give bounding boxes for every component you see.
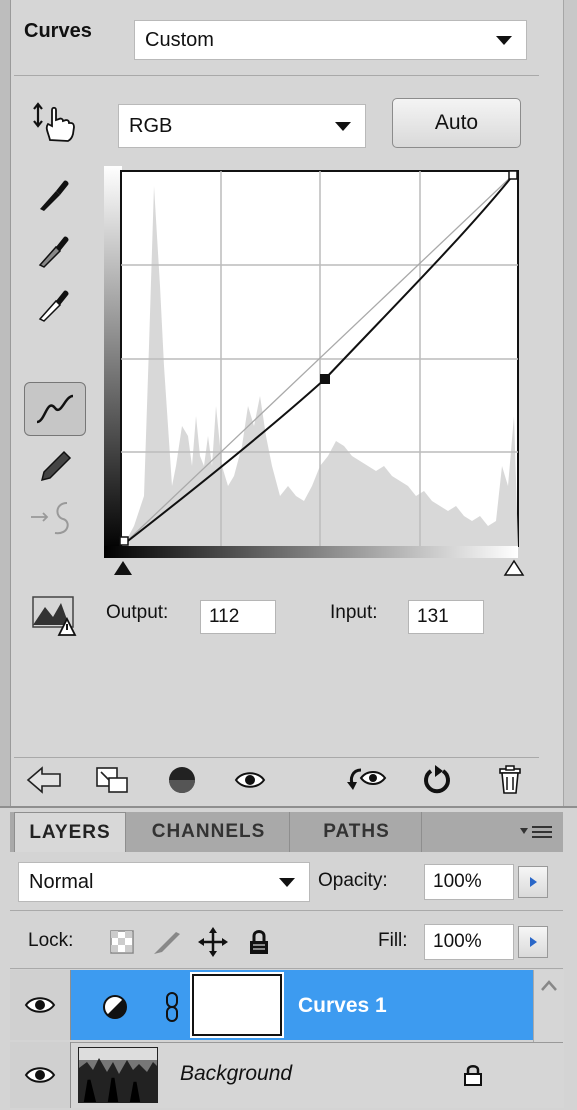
tab-paths[interactable]: PATHS: [292, 812, 422, 852]
curves-graph[interactable]: [104, 166, 532, 586]
opacity-field[interactable]: 100%: [424, 864, 514, 900]
black-point-eyedropper-icon[interactable]: [34, 172, 74, 214]
eye-icon[interactable]: [20, 1056, 60, 1094]
trash-icon[interactable]: [492, 762, 528, 798]
curve-control-point[interactable]: [320, 374, 330, 384]
clipping-warning-icon[interactable]: [30, 594, 80, 638]
white-point-slider[interactable]: [503, 559, 525, 576]
fill-field[interactable]: 100%: [424, 924, 514, 960]
lock-transparent-pixels-icon[interactable]: [108, 928, 136, 956]
output-field[interactable]: 112: [200, 600, 276, 634]
chevron-right-icon: [530, 937, 537, 947]
layer-row-curves[interactable]: [10, 970, 563, 1040]
preset-dropdown[interactable]: Custom: [134, 20, 527, 60]
output-gradient-bar: [104, 166, 122, 552]
auto-button[interactable]: Auto: [392, 98, 521, 148]
output-label: Output:: [106, 602, 169, 623]
preset-value: Custom: [145, 28, 214, 51]
view-previous-state-icon[interactable]: [344, 762, 388, 798]
chevron-down-icon: [279, 878, 295, 887]
expanded-view-icon[interactable]: [92, 764, 132, 796]
panel-menu-icon[interactable]: [516, 816, 556, 848]
lock-icon: [460, 1060, 486, 1090]
lock-position-icon[interactable]: [196, 924, 230, 960]
gray-point-eyedropper-icon[interactable]: [34, 228, 74, 270]
visibility-eye-icon[interactable]: [232, 764, 268, 796]
opacity-slider-button[interactable]: [518, 866, 548, 898]
layer-name-curves[interactable]: Curves 1: [298, 994, 387, 1018]
layer-name-background[interactable]: Background: [180, 1062, 292, 1086]
panel-scrollbar[interactable]: [563, 0, 577, 810]
channel-dropdown[interactable]: RGB: [118, 104, 366, 148]
layer-thumbnail-background[interactable]: [78, 1047, 158, 1103]
fill-slider-button[interactable]: [518, 926, 548, 958]
channel-value: RGB: [129, 114, 173, 137]
chevron-down-icon: [496, 36, 512, 45]
input-label: Input:: [330, 602, 378, 623]
divider: [14, 75, 539, 76]
layer-mask-thumbnail[interactable]: [190, 972, 284, 1038]
blend-mode-dropdown[interactable]: Normal: [18, 862, 310, 902]
reset-icon[interactable]: [418, 762, 454, 798]
white-point-eyedropper-icon[interactable]: [34, 282, 74, 324]
curve-point-tool-icon[interactable]: [24, 382, 86, 436]
fill-label: Fill:: [378, 930, 408, 951]
eye-icon[interactable]: [20, 986, 60, 1024]
divider: [10, 968, 563, 969]
chevron-up-icon[interactable]: [534, 970, 564, 1000]
chevron-right-icon: [530, 877, 537, 887]
divider: [10, 910, 563, 911]
adjustment-layer-icon: [98, 990, 132, 1024]
chain-link-icon[interactable]: [160, 988, 184, 1026]
blend-mode-value: Normal: [29, 870, 94, 893]
smooth-curve-icon[interactable]: [26, 498, 78, 538]
divider: [14, 757, 539, 758]
curve-endpoint-white[interactable]: [508, 170, 518, 180]
pencil-icon[interactable]: [34, 445, 76, 485]
chevron-down-icon: [335, 122, 351, 131]
input-field[interactable]: 131: [408, 600, 484, 634]
back-arrow-icon[interactable]: [24, 764, 64, 796]
clip-to-layer-icon[interactable]: [164, 762, 200, 798]
targeted-adjustment-icon[interactable]: [26, 100, 78, 144]
tab-channels[interactable]: CHANNELS: [128, 812, 290, 852]
lock-all-icon[interactable]: [244, 926, 274, 958]
black-point-slider[interactable]: [114, 561, 132, 575]
tab-layers[interactable]: LAYERS: [14, 812, 126, 852]
curve-endpoint-black[interactable]: [119, 536, 129, 546]
lock-label: Lock:: [28, 930, 74, 951]
panel-left-edge: [0, 0, 11, 810]
opacity-label: Opacity:: [318, 870, 388, 891]
input-gradient-bar: [104, 546, 518, 558]
lock-image-pixels-icon[interactable]: [150, 926, 184, 958]
panel-title: Curves: [24, 20, 92, 42]
